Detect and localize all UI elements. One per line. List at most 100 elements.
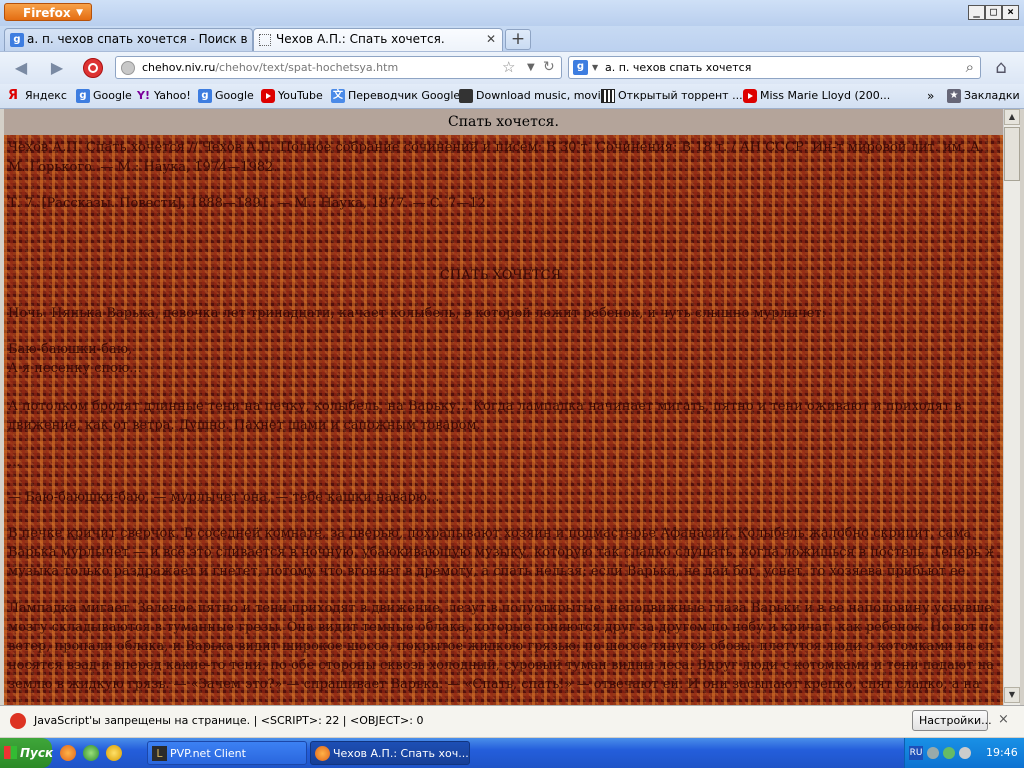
bookmark-label: Google (93, 89, 132, 102)
reload-icon[interactable]: ↻ (543, 57, 555, 78)
firefox-icon (315, 746, 330, 761)
volume-tray-icon[interactable] (959, 747, 971, 759)
magnifier-icon[interactable]: ⌕ (966, 58, 974, 76)
start-button[interactable]: Пуск (0, 738, 54, 768)
chevron-down-icon: ▼ (76, 8, 83, 18)
bookmark-google-2[interactable]: g Google (198, 87, 254, 105)
back-arrow-icon[interactable]: ◀ (10, 57, 32, 79)
bookmarks-overflow-button[interactable]: » (927, 87, 934, 105)
bookmark-label: Google (215, 89, 254, 102)
noscript-message: JavaScript'ы запрещены на странице. | <S… (34, 714, 424, 727)
start-label: Пуск (20, 746, 54, 760)
bookmark-label: Download music, movi... (476, 89, 612, 102)
task-firefox-chekhov[interactable]: Чехов А.П.: Спать хоч... (310, 741, 470, 765)
new-tab-button[interactable]: + (505, 29, 531, 50)
home-icon[interactable]: ⌂ (990, 57, 1012, 79)
address-bar[interactable]: chehov.niv.ru/chehov/text/spat-hochetsya… (115, 56, 562, 79)
torrent-icon (601, 89, 615, 103)
paragraph-line: мозгу складываются в туманные грезы. Она… (8, 620, 993, 635)
firefox-menu-label: Firefox (23, 6, 71, 20)
google-icon[interactable]: g (573, 60, 588, 75)
bookmark-label: Яндекс (25, 89, 67, 102)
noscript-settings-button[interactable]: Настройки... (912, 710, 992, 731)
system-tray: RU 19:46 (904, 738, 1024, 768)
bookmark-yahoo[interactable]: Y! Yahoo! (137, 87, 191, 105)
search-bar[interactable]: g ▼ а. п. чехов спать хочется ⌕ (568, 56, 981, 79)
firefox-menu-button[interactable]: Firefox ▼ (4, 3, 92, 21)
media-player-icon[interactable] (106, 745, 122, 761)
google-icon: g (76, 89, 90, 103)
vertical-scrollbar[interactable]: ▲ ▼ (1003, 109, 1020, 705)
firefox-icon[interactable] (60, 745, 76, 761)
windows-taskbar: Пуск L PVP.net Client Чехов А.П.: Спать … (0, 738, 1024, 768)
paragraph-line: музыка только раздражает и гнетет, потом… (8, 564, 970, 579)
yahoo-icon: Y! (137, 89, 150, 102)
bookmark-label: YouTube (278, 89, 323, 102)
language-indicator[interactable]: RU (909, 746, 923, 760)
scroll-up-button[interactable]: ▲ (1004, 109, 1020, 125)
forward-arrow-icon[interactable]: ▶ (46, 57, 68, 79)
task-label: PVP.net Client (170, 747, 246, 760)
page-content: Спать хочется. Чехов А.П. Спать хочется … (4, 109, 1003, 705)
paragraph-line: ... (8, 455, 21, 470)
youtube-icon (261, 89, 275, 103)
google-icon: g (10, 33, 24, 47)
window-title-bar: Firefox ▼ _ □ × (0, 0, 1024, 26)
close-notification-icon[interactable]: × (998, 712, 1009, 727)
bookmark-download-music[interactable]: Download music, movi... (459, 87, 611, 105)
citation-line: М. Горького. — М.: Наука, 1974—1982. (8, 160, 278, 175)
bookmark-google-translate[interactable]: 文 Переводчик Google (331, 87, 460, 105)
paragraph-line: А потолком бродят длинные тени на печку,… (8, 399, 962, 414)
search-input[interactable]: а. п. чехов спать хочется (605, 57, 751, 78)
tab-chekhov-story[interactable]: Чехов А.П.: Спать хочется. ✕ (253, 28, 503, 51)
pvp-icon: L (152, 746, 167, 761)
windows-logo-icon (4, 746, 17, 759)
bookmark-label: Yahoo! (154, 89, 191, 102)
scrollbar-thumb[interactable] (1004, 127, 1020, 181)
tab-google-search[interactable]: g а. п. чехов спать хочется - Поиск в Go… (4, 28, 253, 51)
paragraph-line: носятся взад и вперед какие-то тени; по … (8, 658, 993, 673)
network-tray-icon[interactable] (943, 747, 955, 759)
citation-line: Т. 7. [Рассказы. Повести], 1888—1891. — … (8, 196, 490, 211)
bookmarks-star-icon: ★ (947, 89, 961, 103)
task-label: Чехов А.П.: Спать хоч... (333, 747, 469, 760)
search-engine-dropdown-icon[interactable]: ▼ (592, 57, 598, 78)
globe-icon (121, 61, 135, 75)
url-dropdown-icon[interactable]: ▼ (527, 57, 535, 78)
youtube-icon (743, 89, 757, 103)
maximize-button[interactable]: □ (985, 5, 1002, 20)
translate-icon: 文 (331, 89, 345, 103)
paragraph-line: — Баю-баюшки-баю, — мурлычет она, — тебе… (8, 490, 440, 505)
citation-line: Чехов А.П. Спать хочется // Чехов А.П. П… (8, 140, 984, 155)
close-tab-icon[interactable]: ✕ (486, 29, 496, 50)
bookmark-open-torrent[interactable]: Открытый торрент ... (601, 87, 743, 105)
task-pvp-client[interactable]: L PVP.net Client (147, 741, 307, 765)
tab-title: а. п. чехов спать хочется - Поиск в Go..… (27, 32, 252, 46)
bookmarks-menu-button[interactable]: ★ Закладки (947, 87, 1020, 105)
bookmark-yandex[interactable]: Я Яндекс (8, 87, 67, 105)
scroll-down-button[interactable]: ▼ (1004, 687, 1020, 703)
navigation-toolbar: ◀ ▶ chehov.niv.ru/chehov/text/spat-hoche… (0, 51, 1024, 85)
download-icon (459, 89, 473, 103)
bookmark-star-icon[interactable]: ☆ (502, 57, 515, 78)
tab-bar: g а. п. чехов спать хочется - Поиск в Go… (0, 26, 1024, 51)
noscript-icon (10, 713, 26, 729)
bookmark-label: Miss Marie Lloyd (200... (760, 89, 891, 102)
bookmark-miss-marie-lloyd[interactable]: Miss Marie Lloyd (200... (743, 87, 890, 105)
page-header: Спать хочется. (4, 109, 1003, 135)
clock: 19:46 (986, 746, 1018, 759)
antivirus-tray-icon[interactable] (927, 747, 939, 759)
noscript-notification-bar: JavaScript'ы запрещены на странице. | <S… (0, 705, 1024, 737)
paragraph-line: движение, как от ветра. Душно. Пахнет ща… (8, 418, 481, 433)
minimize-button[interactable]: _ (968, 5, 985, 20)
page-icon (259, 34, 271, 46)
url-text[interactable]: chehov.niv.ru/chehov/text/spat-hochetsya… (142, 57, 398, 78)
close-window-button[interactable]: × (1002, 5, 1019, 20)
bookmark-youtube[interactable]: YouTube (261, 87, 323, 105)
bookmark-google[interactable]: g Google (76, 87, 132, 105)
yandex-icon: Я (8, 88, 19, 103)
paragraph-line: В печке кричит сверчок. В соседней комна… (8, 526, 972, 541)
paragraph-line: Ночь. Нянька Варька, девочка лет тринадц… (8, 306, 826, 321)
utorrent-icon[interactable] (83, 745, 99, 761)
noscript-icon[interactable] (83, 58, 103, 78)
